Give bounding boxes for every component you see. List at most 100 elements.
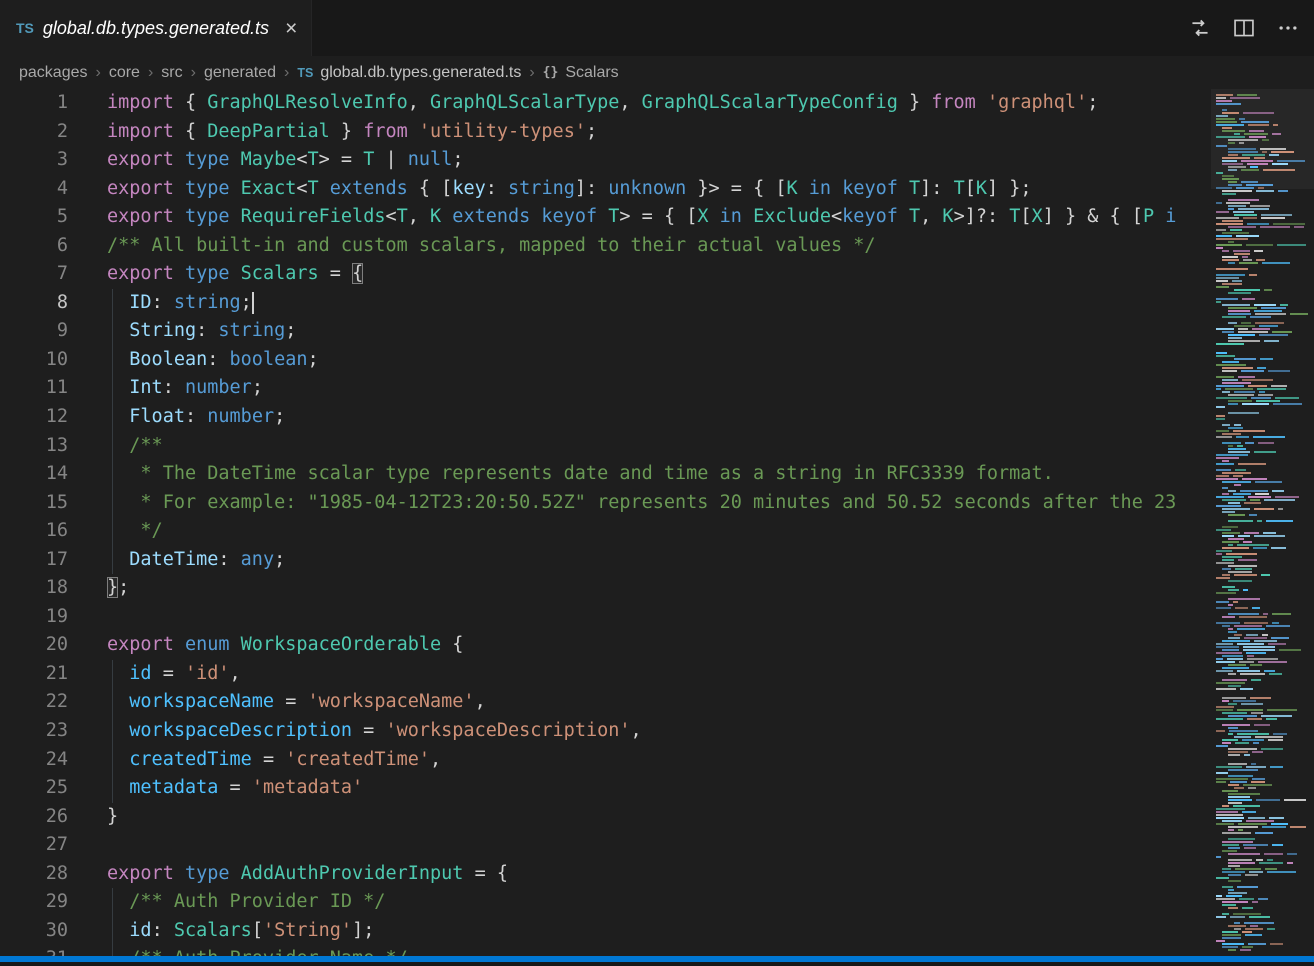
code-line[interactable]: 13 /** bbox=[0, 432, 1205, 461]
minimap-line bbox=[1259, 391, 1265, 393]
line-number[interactable]: 10 bbox=[0, 346, 68, 375]
code-line[interactable]: 18}; bbox=[0, 574, 1205, 603]
code-line[interactable]: 28export type AddAuthProviderInput = { bbox=[0, 860, 1205, 889]
line-number[interactable]: 12 bbox=[0, 403, 68, 432]
minimap-line bbox=[1228, 580, 1252, 582]
minimap-line bbox=[1277, 244, 1306, 246]
minimap-line bbox=[1216, 124, 1244, 126]
code-token: [ bbox=[965, 178, 976, 199]
minimap-line bbox=[1248, 385, 1267, 387]
code-line[interactable]: 12 Float: number; bbox=[0, 403, 1205, 432]
code-line[interactable]: 24 createdTime = 'createdTime', bbox=[0, 746, 1205, 775]
code-line[interactable]: 14 * The DateTime scalar type represents… bbox=[0, 460, 1205, 489]
minimap-line bbox=[1241, 322, 1251, 324]
code-token: } bbox=[107, 577, 118, 598]
code-line[interactable]: 16 */ bbox=[0, 517, 1205, 546]
breadcrumb-item-symbol[interactable]: Scalars bbox=[565, 64, 618, 82]
indent-guide bbox=[112, 917, 113, 946]
line-number[interactable]: 2 bbox=[0, 118, 68, 147]
line-number[interactable]: 25 bbox=[0, 774, 68, 803]
line-number[interactable]: 7 bbox=[0, 260, 68, 289]
line-number[interactable]: 17 bbox=[0, 546, 68, 575]
code-line[interactable]: 22 workspaceName = 'workspaceName', bbox=[0, 688, 1205, 717]
minimap-line bbox=[1278, 190, 1288, 192]
line-number[interactable]: 26 bbox=[0, 803, 68, 832]
code-token: , bbox=[920, 206, 942, 227]
code-line[interactable]: 30 id: Scalars['String']; bbox=[0, 917, 1205, 946]
code-line[interactable]: 17 DateTime: any; bbox=[0, 546, 1205, 575]
line-number[interactable]: 30 bbox=[0, 917, 68, 946]
line-number[interactable]: 11 bbox=[0, 374, 68, 403]
minimap-line bbox=[1244, 922, 1274, 924]
line-number[interactable]: 8 bbox=[0, 289, 68, 318]
breadcrumb-item-file[interactable]: global.db.types.generated.ts bbox=[320, 64, 521, 82]
breadcrumb-item-src[interactable]: src bbox=[161, 64, 182, 82]
minimap-line bbox=[1237, 94, 1257, 96]
code-line[interactable]: 3export type Maybe<T> = T | null; bbox=[0, 146, 1205, 175]
more-actions-icon[interactable] bbox=[1272, 12, 1304, 44]
breadcrumb-item-core[interactable]: core bbox=[109, 64, 140, 82]
breadcrumb-item-packages[interactable]: packages bbox=[19, 64, 88, 82]
line-number[interactable]: 23 bbox=[0, 717, 68, 746]
code-line[interactable]: 29 /** Auth Provider ID */ bbox=[0, 888, 1205, 917]
code-line[interactable]: 15 * For example: "1985-04-12T23:20:50.5… bbox=[0, 489, 1205, 518]
minimap-line bbox=[1222, 532, 1240, 534]
split-editor-icon[interactable] bbox=[1228, 12, 1260, 44]
code-token: , bbox=[475, 691, 486, 712]
line-number[interactable]: 20 bbox=[0, 631, 68, 660]
line-number[interactable]: 27 bbox=[0, 831, 68, 860]
code-editor[interactable]: 1import { GraphQLResolveInfo, GraphQLSca… bbox=[0, 89, 1205, 957]
line-number[interactable]: 29 bbox=[0, 888, 68, 917]
code-line[interactable]: 5export type RequireFields<T, K extends … bbox=[0, 203, 1205, 232]
minimap-line bbox=[1228, 241, 1234, 243]
code-token: } bbox=[330, 121, 363, 142]
close-tab-icon[interactable]: × bbox=[285, 18, 297, 39]
code-token: any bbox=[241, 549, 274, 570]
code-line[interactable]: 11 Int: number; bbox=[0, 374, 1205, 403]
line-number[interactable]: 19 bbox=[0, 603, 68, 632]
minimap-line bbox=[1222, 367, 1253, 369]
minimap-line bbox=[1257, 367, 1266, 369]
line-number[interactable]: 3 bbox=[0, 146, 68, 175]
code-line[interactable]: 20export enum WorkspaceOrderable { bbox=[0, 631, 1205, 660]
code-line[interactable]: 26} bbox=[0, 803, 1205, 832]
tab-global-db-types-generated[interactable]: TS global.db.types.generated.ts × bbox=[0, 0, 312, 56]
line-number[interactable]: 9 bbox=[0, 317, 68, 346]
code-line[interactable]: 1import { GraphQLResolveInfo, GraphQLSca… bbox=[0, 89, 1205, 118]
minimap-line bbox=[1228, 853, 1260, 855]
line-number[interactable]: 13 bbox=[0, 432, 68, 461]
code-line[interactable]: 9 String: string; bbox=[0, 317, 1205, 346]
code-token: Maybe bbox=[241, 149, 297, 170]
code-line[interactable]: 10 Boolean: boolean; bbox=[0, 346, 1205, 375]
line-number[interactable]: 21 bbox=[0, 660, 68, 689]
code-line[interactable]: 6/** All built-in and custom scalars, ma… bbox=[0, 232, 1205, 261]
line-number[interactable]: 22 bbox=[0, 688, 68, 717]
code-line[interactable]: 25 metadata = 'metadata' bbox=[0, 774, 1205, 803]
code-line[interactable]: 2import { DeepPartial } from 'utility-ty… bbox=[0, 118, 1205, 147]
line-number[interactable]: 16 bbox=[0, 517, 68, 546]
code-line[interactable]: 19 bbox=[0, 603, 1205, 632]
line-number[interactable]: 1 bbox=[0, 89, 68, 118]
code-line[interactable]: 7export type Scalars = { bbox=[0, 260, 1205, 289]
open-changes-icon[interactable] bbox=[1184, 12, 1216, 44]
line-number[interactable]: 18 bbox=[0, 574, 68, 603]
minimap-line bbox=[1242, 403, 1269, 405]
minimap[interactable] bbox=[1211, 89, 1314, 957]
code-line[interactable]: 27 bbox=[0, 831, 1205, 860]
minimap-line bbox=[1263, 169, 1295, 171]
line-number[interactable]: 28 bbox=[0, 860, 68, 889]
code-line[interactable]: 21 id = 'id', bbox=[0, 660, 1205, 689]
minimap-line bbox=[1216, 115, 1228, 117]
breadcrumb-item-generated[interactable]: generated bbox=[204, 64, 276, 82]
code-line[interactable]: 4export type Exact<T extends { [key: str… bbox=[0, 175, 1205, 204]
code-line[interactable]: 23 workspaceDescription = 'workspaceDesc… bbox=[0, 717, 1205, 746]
line-number[interactable]: 14 bbox=[0, 460, 68, 489]
indent-guide bbox=[112, 746, 113, 775]
line-number[interactable]: 4 bbox=[0, 175, 68, 204]
code-line[interactable]: 8 ID: string; bbox=[0, 289, 1205, 318]
line-number[interactable]: 15 bbox=[0, 489, 68, 518]
line-number[interactable]: 6 bbox=[0, 232, 68, 261]
line-number[interactable]: 5 bbox=[0, 203, 68, 232]
minimap-line bbox=[1228, 394, 1254, 396]
line-number[interactable]: 24 bbox=[0, 746, 68, 775]
